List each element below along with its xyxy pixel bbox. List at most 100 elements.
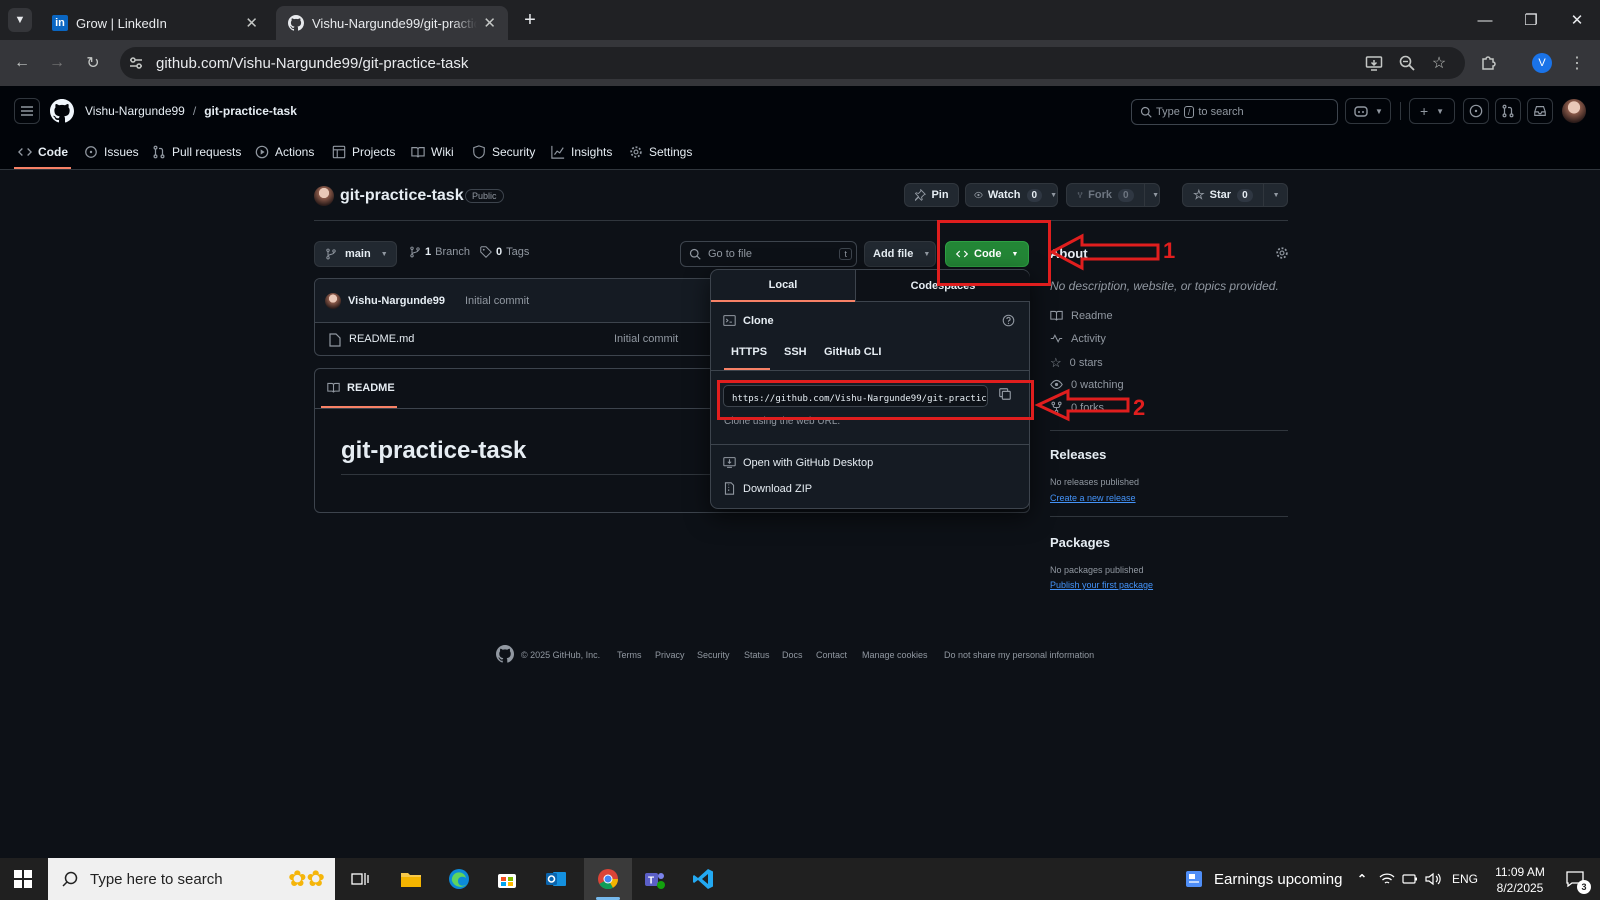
star-button[interactable]: ☆ Star 0 ▼ <box>1182 183 1288 207</box>
copilot-button[interactable]: ▼ <box>1345 98 1391 124</box>
start-button[interactable] <box>8 864 38 894</box>
tab-issues[interactable]: Issues <box>84 142 139 162</box>
footer-terms-link[interactable]: Terms <box>617 650 642 660</box>
repo-title[interactable]: git-practice-task <box>340 187 464 205</box>
fork-button[interactable]: Fork 0 ▼ <box>1066 183 1160 207</box>
site-info-icon[interactable] <box>128 55 144 71</box>
about-stars-link[interactable]: ☆ 0 stars <box>1050 355 1103 371</box>
fork-label: Fork <box>1088 189 1112 201</box>
footer-manage-cookies-link[interactable]: Manage cookies <box>862 650 928 660</box>
tab-pull-requests[interactable]: Pull requests <box>152 142 241 162</box>
footer-privacy-link[interactable]: Privacy <box>655 650 685 660</box>
new-tab-button[interactable]: + <box>518 8 542 32</box>
back-button[interactable]: ← <box>10 51 34 75</box>
inbox-button[interactable] <box>1527 98 1553 124</box>
about-readme-link[interactable]: Readme <box>1050 309 1113 322</box>
create-release-link[interactable]: Create a new release <box>1050 493 1136 503</box>
dropdown-tab-local[interactable]: Local <box>711 270 855 302</box>
breadcrumb-repo[interactable]: git-practice-task <box>204 104 297 118</box>
readme-tab[interactable]: README <box>327 381 395 394</box>
zoom-icon[interactable] <box>1395 51 1419 75</box>
install-app-icon[interactable] <box>1362 51 1386 75</box>
weather-widget[interactable]: Earnings upcoming <box>1184 858 1342 900</box>
footer-contact-link[interactable]: Contact <box>816 650 847 660</box>
breadcrumb-owner[interactable]: Vishu-Nargunde99 <box>85 104 185 118</box>
tab-wiki[interactable]: Wiki <box>411 142 454 162</box>
file-commit-message[interactable]: Initial commit <box>614 333 678 345</box>
microsoft-store-icon[interactable] <box>492 864 522 894</box>
close-icon[interactable]: ✕ <box>245 14 258 32</box>
tab-security[interactable]: Security <box>472 142 535 162</box>
weather-text: Earnings upcoming <box>1214 870 1343 888</box>
about-activity-link[interactable]: Activity <box>1050 332 1106 345</box>
tab-actions[interactable]: Actions <box>255 142 314 162</box>
taskbar-search-box[interactable]: Type here to search ✿✿ <box>48 858 335 900</box>
outlook-icon[interactable] <box>541 864 571 894</box>
go-to-file-input[interactable]: Go to file t <box>680 241 857 267</box>
protocol-tab-ssh[interactable]: SSH <box>784 346 807 358</box>
forward-button[interactable]: → <box>45 51 69 75</box>
clock[interactable]: 11:09 AM 8/2/2025 <box>1490 864 1550 896</box>
hamburger-menu-button[interactable] <box>14 98 40 124</box>
footer-status-link[interactable]: Status <box>744 650 770 660</box>
profile-avatar[interactable]: V <box>1532 53 1552 73</box>
add-file-button[interactable]: Add file ▼ <box>864 241 936 267</box>
footer-github-logo-icon[interactable] <box>496 645 514 663</box>
repo-owner-avatar <box>314 186 334 206</box>
extensions-icon[interactable] <box>1477 51 1501 75</box>
tag-count-label: Tags <box>506 246 530 258</box>
tab-insights[interactable]: Insights <box>551 142 612 162</box>
task-view-button[interactable] <box>345 864 375 894</box>
file-name[interactable]: README.md <box>349 333 414 345</box>
tab-code[interactable]: Code <box>18 142 68 162</box>
footer-docs-link[interactable]: Docs <box>782 650 803 660</box>
github-logo-icon[interactable] <box>50 99 74 123</box>
packages-title[interactable]: Packages <box>1050 535 1110 550</box>
browser-menu-icon[interactable]: ⋮ <box>1565 51 1589 75</box>
vscode-icon[interactable] <box>688 864 718 894</box>
address-bar[interactable]: github.com/Vishu-Nargunde99/git-practice… <box>120 47 1465 79</box>
publish-package-link[interactable]: Publish your first package <box>1050 580 1153 590</box>
volume-icon[interactable] <box>1418 864 1448 894</box>
tag-count-link[interactable]: 0 Tags <box>480 246 529 258</box>
chrome-icon[interactable] <box>593 864 623 894</box>
reload-button[interactable]: ↻ <box>81 51 105 75</box>
protocol-tab-github-cli[interactable]: GitHub CLI <box>824 346 881 358</box>
tab-github[interactable]: Vishu-Nargunde99/git-practice-task ✕ <box>276 6 508 40</box>
protocol-tab-https[interactable]: HTTPS <box>731 346 767 358</box>
watch-button[interactable]: Watch 0 ▼ <box>965 183 1058 207</box>
commit-author[interactable]: Vishu-Nargunde99 <box>348 295 445 307</box>
open-with-desktop-item[interactable]: Open with GitHub Desktop <box>723 456 873 469</box>
input-language[interactable]: ENG <box>1452 872 1478 886</box>
user-avatar[interactable] <box>1562 99 1586 123</box>
branch-count-link[interactable]: 1 Branch <box>409 246 470 258</box>
tab-settings[interactable]: Settings <box>629 142 692 162</box>
commit-message[interactable]: Initial commit <box>465 295 529 307</box>
pin-button[interactable]: Pin <box>904 183 959 207</box>
file-explorer-icon[interactable] <box>396 864 426 894</box>
tab-linkedin[interactable]: in Grow | LinkedIn ✕ <box>40 6 270 40</box>
close-icon[interactable]: ✕ <box>483 14 496 32</box>
minimize-button[interactable]: — <box>1462 0 1508 40</box>
tab-projects[interactable]: Projects <box>332 142 395 162</box>
chevron-down-icon[interactable]: ▼ <box>1273 192 1280 199</box>
teams-icon[interactable]: T <box>640 864 670 894</box>
create-new-button[interactable]: + ▼ <box>1409 98 1455 124</box>
issues-button[interactable] <box>1463 98 1489 124</box>
bookmark-star-icon[interactable]: ☆ <box>1427 51 1451 75</box>
close-window-button[interactable]: ✕ <box>1554 0 1600 40</box>
pull-requests-button[interactable] <box>1495 98 1521 124</box>
releases-title[interactable]: Releases <box>1050 447 1106 462</box>
restore-button[interactable]: ❐ <box>1508 0 1554 40</box>
tab-search-button[interactable]: ▼ <box>8 8 32 32</box>
chevron-down-icon: ▼ <box>14 14 26 26</box>
branch-selector[interactable]: main ▼ <box>314 241 397 267</box>
search-input[interactable]: Type / to search <box>1131 99 1338 125</box>
help-button[interactable] <box>1002 314 1015 327</box>
chevron-down-icon[interactable]: ▼ <box>1152 192 1159 199</box>
footer-do-not-share-link[interactable]: Do not share my personal information <box>944 650 1094 660</box>
edge-browser-icon[interactable] <box>444 864 474 894</box>
about-settings-icon[interactable] <box>1275 246 1289 260</box>
footer-security-link[interactable]: Security <box>697 650 730 660</box>
download-zip-item[interactable]: Download ZIP <box>723 482 812 495</box>
